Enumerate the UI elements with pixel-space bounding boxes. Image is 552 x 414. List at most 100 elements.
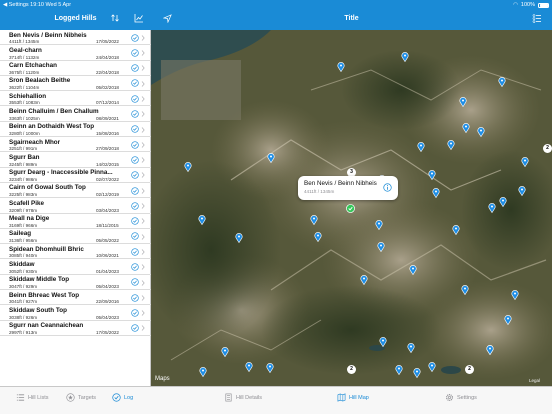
tab-targets[interactable]: Targets [66, 393, 96, 402]
hill-pin-icon[interactable] [199, 367, 207, 377]
hill-row[interactable]: Beinn Bhreac West Top 3041ft / 927m 22/09/… [0, 290, 151, 306]
hill-row[interactable]: Sgairneach Mhor 3251ft / 991m 27/09/2018 [0, 137, 151, 153]
chevron-right-icon [141, 157, 145, 163]
filter-list-icon[interactable] [532, 13, 542, 23]
logged-check-icon [131, 95, 139, 103]
back-to-settings[interactable]: ◀ Settings [3, 2, 29, 8]
legal-link[interactable]: Legal [529, 378, 540, 383]
hill-pin-icon[interactable] [511, 290, 519, 300]
chevron-right-icon [141, 310, 145, 316]
chevron-right-icon [141, 96, 145, 102]
hill-row[interactable]: Saileag 3136ft / 956m 05/05/2022 [0, 229, 151, 245]
hill-pin-icon[interactable] [407, 343, 415, 353]
cluster-marker[interactable]: 2 [543, 144, 552, 153]
hill-row[interactable]: Scafell Pike 3209ft / 978m 03/04/2023 [0, 198, 151, 214]
hill-row[interactable]: Skiddaw Middle Top 3047ft / 929m 05/04/202… [0, 275, 151, 291]
hill-row[interactable]: Geal-charn 3714ft / 1132m 24/04/2018 [0, 45, 151, 61]
hill-height: 3209ft / 978m [9, 207, 38, 213]
battery-icon [538, 2, 549, 8]
hill-pin-icon[interactable] [432, 188, 440, 198]
hill-row[interactable]: Schiehallion 3553ft / 1083m 07/12/2014 [0, 91, 151, 107]
hill-pin-icon[interactable] [518, 186, 526, 196]
hill-row[interactable]: Ben Nevis / Beinn Nibheis 4411ft / 1345m 1… [0, 30, 151, 46]
tab-log[interactable]: Log [112, 393, 133, 402]
tab-hill-details[interactable]: Hill Details [224, 393, 262, 402]
hill-pin-icon[interactable] [504, 315, 512, 325]
hill-row[interactable]: Beinn an Dothaidh West Top 3280ft / 1000m… [0, 122, 151, 138]
hill-name: Skiddaw [9, 260, 35, 268]
hill-date: 08/09/2021 [96, 115, 119, 121]
hill-pin-icon[interactable] [462, 123, 470, 133]
hill-pin-icon[interactable] [221, 347, 229, 357]
chevron-right-icon [141, 249, 145, 255]
hill-pin-icon[interactable] [310, 215, 318, 225]
hill-pin-icon[interactable] [498, 77, 506, 87]
hill-height: 3041ft / 927m [9, 299, 38, 305]
hill-pin-icon[interactable] [488, 203, 496, 213]
hill-height: 3622ft / 1104m [9, 85, 40, 91]
hill-row[interactable]: Skiddaw 3052ft / 930m 01/04/2023 [0, 259, 151, 275]
info-icon[interactable] [383, 183, 392, 192]
hill-callout[interactable]: Ben Nevis / Beinn Nibheis 4411ft / 1345m [298, 176, 398, 200]
hill-date: 01/04/2023 [96, 268, 119, 274]
hill-pin-icon[interactable] [379, 337, 387, 347]
hill-row[interactable]: Sgurr nan Ceannaichean 2997ft / 913m 17/05… [0, 321, 151, 336]
hill-row[interactable]: Meall na Dige 3169ft / 966m 18/11/2015 [0, 214, 151, 229]
hill-pin-icon[interactable] [521, 157, 529, 167]
hill-row[interactable]: Cairn of Gowal South Top 3225ft / 983m 02/… [0, 183, 151, 199]
hill-map[interactable]: 3 2 2 2 Ben Nevis / Beinn Nibheis 4411ft… [151, 30, 552, 386]
hill-pin-icon[interactable] [360, 275, 368, 285]
tab-hill-map[interactable]: Hill Map [337, 393, 369, 402]
hill-pin-icon[interactable] [477, 127, 485, 137]
hill-pin-icon[interactable] [417, 142, 425, 152]
hill-height: 3047ft / 929m [9, 284, 38, 290]
hill-pin-icon[interactable] [235, 233, 243, 243]
hill-pin-icon[interactable] [413, 368, 421, 378]
hill-pin-icon[interactable] [459, 97, 467, 107]
hill-pin-icon[interactable] [486, 345, 494, 355]
cluster-marker[interactable]: 2 [465, 365, 474, 374]
hill-row[interactable]: Sgurr Ban 3245ft / 989m 14/02/2015 [0, 152, 151, 168]
hill-pin-icon[interactable] [375, 220, 383, 230]
hill-row[interactable]: Sgurr Dearg - Inaccessible Pinna... 3234f… [0, 168, 151, 183]
hill-pin-icon[interactable] [461, 285, 469, 295]
hill-pin-icon[interactable] [184, 162, 192, 172]
chevron-right-icon [141, 264, 145, 270]
hill-row[interactable]: Spidean Dhomhuill Bhric 3085ft / 940m 10/0… [0, 244, 151, 260]
hill-pin-icon[interactable] [266, 363, 274, 373]
hill-pin-icon[interactable] [267, 153, 275, 163]
hill-pin-icon[interactable] [377, 242, 385, 252]
hill-pin-icon[interactable] [428, 170, 436, 180]
hill-pin-icon[interactable] [428, 362, 436, 372]
hill-pin-icon[interactable] [409, 265, 417, 275]
hill-height: 3136ft / 956m [9, 238, 38, 244]
hill-pin-icon[interactable] [395, 365, 403, 375]
hill-pin-icon[interactable] [245, 362, 253, 372]
chart-icon[interactable] [134, 13, 144, 23]
hill-pin-icon[interactable] [452, 225, 460, 235]
tab-settings[interactable]: Settings [445, 393, 477, 402]
cluster-marker[interactable]: 2 [347, 365, 356, 374]
hill-list[interactable]: Ben Nevis / Beinn Nibheis 4411ft / 1345m 1… [0, 30, 151, 386]
hill-pin-icon[interactable] [198, 215, 206, 225]
hill-date: 22/09/2016 [96, 299, 119, 305]
hill-row[interactable]: Skiddaw South Top 3038ft / 926m 05/04/2023 [0, 305, 151, 321]
tab-label: Targets [78, 394, 97, 401]
hill-row[interactable]: Beinn Challuim / Ben Challum 3363ft / 102… [0, 106, 151, 122]
chevron-right-icon [141, 218, 145, 225]
selected-hill-marker[interactable] [346, 204, 355, 213]
hill-pin-icon[interactable] [499, 197, 507, 207]
callout-hill-height: 4411ft / 1345m [304, 189, 335, 194]
hill-pin-icon[interactable] [314, 232, 322, 242]
tab-hill-lists[interactable]: Hill Lists [16, 393, 48, 402]
hill-pin-icon[interactable] [401, 52, 409, 62]
hill-date: 05/05/2022 [96, 238, 119, 244]
hill-date: 27/09/2018 [96, 146, 119, 152]
hill-name: Sron Bealach Beithe [9, 77, 71, 85]
hill-row[interactable]: Carn Etchachan 3675ft / 1120m 22/04/2018 [0, 61, 151, 76]
hill-pin-icon[interactable] [337, 62, 345, 72]
hill-row[interactable]: Sron Bealach Beithe 3622ft / 1104m 05/02/2… [0, 76, 151, 92]
hill-name: Spidean Dhomhuill Bhric [9, 245, 84, 253]
hill-pin-icon[interactable] [447, 140, 455, 150]
sort-arrows-icon[interactable] [110, 13, 120, 23]
